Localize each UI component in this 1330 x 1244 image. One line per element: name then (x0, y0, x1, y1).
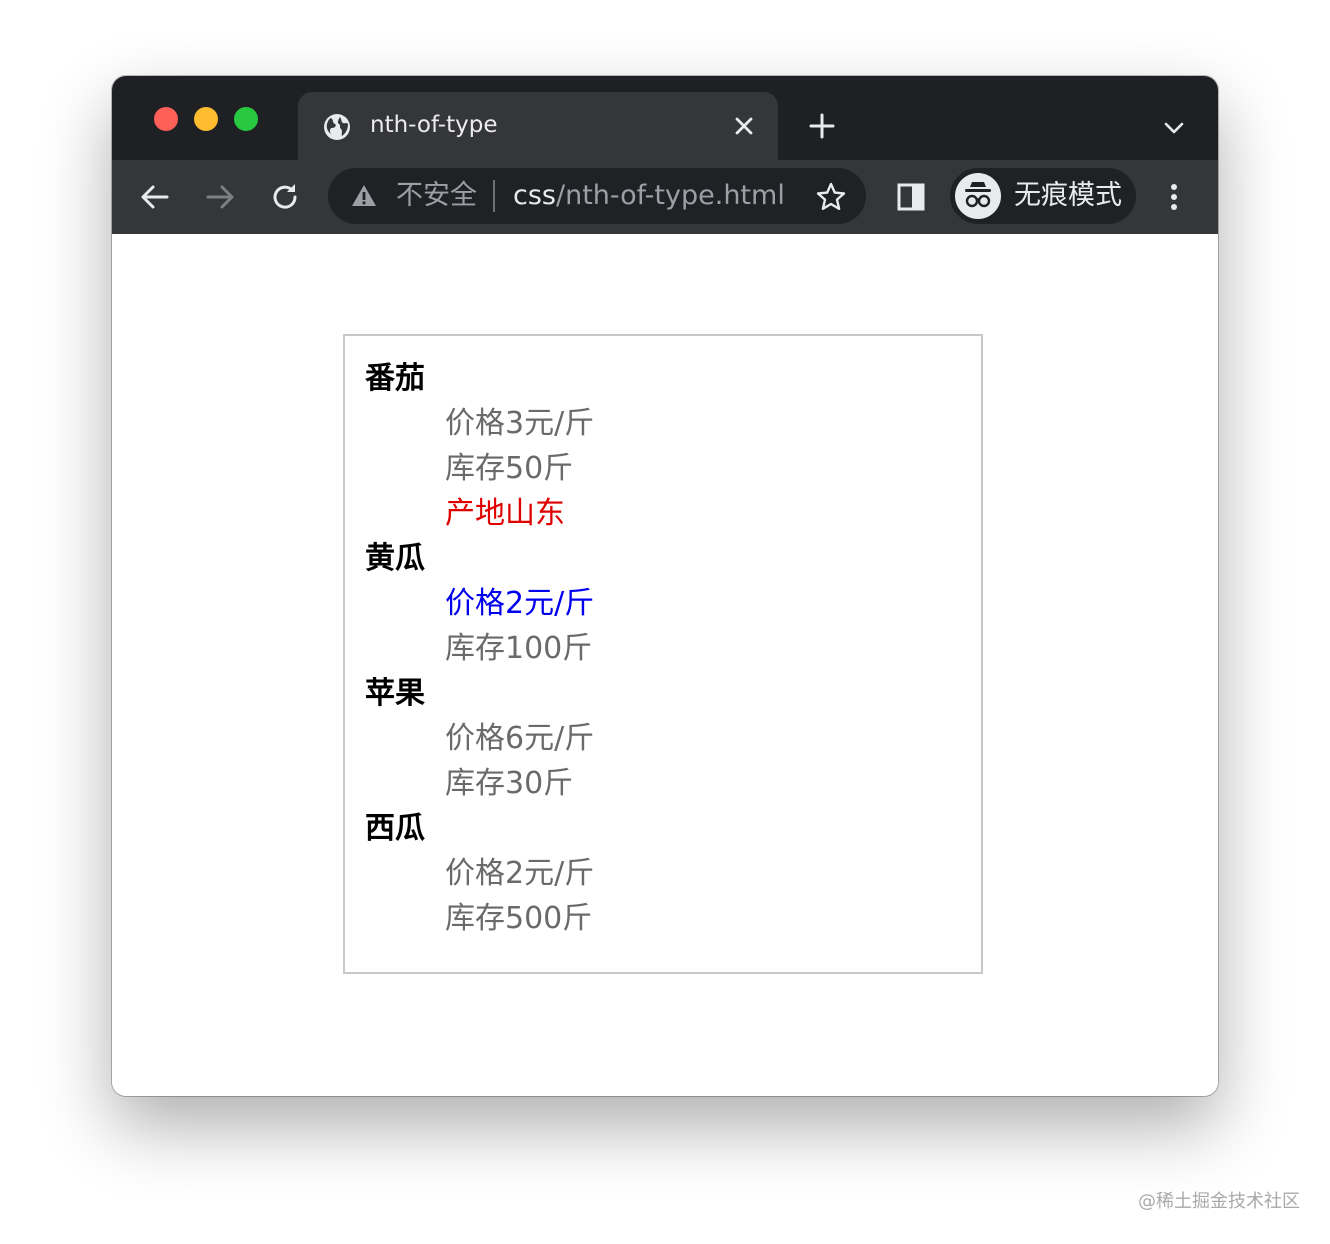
globe-icon (324, 114, 350, 140)
product-detail: 价格2元/斤 (445, 586, 595, 621)
product-list: 番茄 价格3元/斤 库存50斤 产地山东 黄瓜 价格2元/斤 库存100斤 苹果 价格6元/斤库… (365, 356, 594, 941)
tab-strip: nth-of-type (112, 76, 1218, 160)
address-bar[interactable]: 不安全 css/nth-of-type.html (328, 168, 866, 224)
side-panel-icon[interactable] (894, 180, 928, 214)
incognito-icon (965, 182, 991, 208)
product-name: 黄瓜 (365, 541, 425, 576)
reload-icon[interactable] (268, 180, 302, 214)
product-list-container: 番茄 价格3元/斤 库存50斤 产地山东 黄瓜 价格2元/斤 库存100斤 苹果 价格6元/斤库… (343, 334, 983, 974)
product-name: 西瓜 (365, 811, 425, 846)
browser-toolbar: 不安全 css/nth-of-type.html 无痕模式 (112, 160, 1218, 236)
product-detail: 库存100斤 (445, 631, 593, 666)
close-tab-icon[interactable] (732, 114, 756, 138)
url-text[interactable]: css/nth-of-type.html (513, 178, 785, 214)
minimize-window-button[interactable] (194, 107, 218, 131)
new-tab-icon[interactable] (806, 110, 838, 142)
product-detail: 产地山东 (445, 496, 565, 531)
security-status-label[interactable]: 不安全 (396, 178, 477, 214)
incognito-profile-button[interactable]: 无痕模式 (950, 168, 1136, 224)
chevron-down-icon[interactable] (1162, 116, 1186, 140)
bookmark-star-icon[interactable] (815, 181, 847, 213)
product-detail: 价格3元/斤 (445, 406, 595, 441)
tab-nth-of-type[interactable]: nth-of-type (298, 92, 778, 160)
product-detail: 库存500斤 (445, 901, 593, 936)
url-path: /nth-of-type.html (555, 180, 785, 211)
incognito-label: 无痕模式 (1014, 180, 1122, 211)
back-arrow-icon[interactable] (138, 180, 172, 214)
close-window-button[interactable] (154, 107, 178, 131)
url-host: css (513, 180, 556, 211)
browser-window: nth-of-type 不安全 css/nth-of-type.html 无痕模… (112, 76, 1218, 1096)
warning-icon[interactable] (350, 182, 378, 210)
avatar (955, 173, 1001, 219)
product-detail: 库存50斤 (445, 451, 574, 486)
zoom-window-button[interactable] (234, 107, 258, 131)
tab-title: nth-of-type (370, 112, 498, 138)
product-name: 苹果 (365, 676, 425, 711)
forward-arrow-icon[interactable] (203, 180, 237, 214)
more-menu-icon[interactable] (1157, 180, 1191, 214)
omnibox-divider (493, 180, 495, 212)
product-detail: 价格6元/斤 (445, 721, 595, 756)
product-name: 番茄 (365, 361, 425, 396)
page-viewport: 番茄 价格3元/斤 库存50斤 产地山东 黄瓜 价格2元/斤 库存100斤 苹果 价格6元/斤库… (112, 234, 1218, 1096)
product-detail: 价格2元/斤 (445, 856, 595, 891)
product-detail: 库存30斤 (445, 766, 574, 801)
watermark: @稀土掘金技术社区 (1138, 1191, 1300, 1212)
